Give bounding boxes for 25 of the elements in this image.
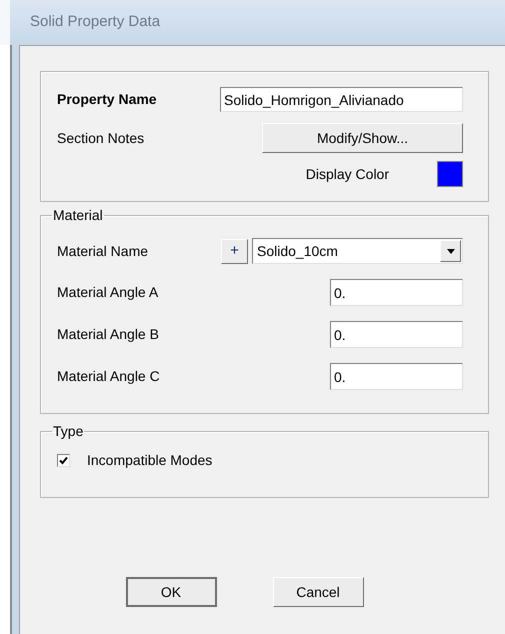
ok-button[interactable]: OK — [126, 577, 216, 607]
window-title: Solid Property Data — [30, 12, 160, 32]
group-title: Type — [52, 422, 84, 441]
display-color-label: Display Color — [306, 164, 389, 184]
group-title: Material — [52, 206, 104, 225]
property-name-label: Property Name — [57, 90, 158, 109]
cancel-button[interactable]: Cancel — [272, 577, 364, 607]
angle-label: Material Angle B — [57, 325, 160, 344]
color-swatch[interactable] — [437, 161, 463, 187]
property-name-field[interactable]: Solido_Homrigon_Alivianado — [220, 87, 463, 112]
checkbox[interactable] — [57, 454, 70, 466]
modify-show-button[interactable]: Modify/Show... — [262, 123, 463, 153]
section-notes-label: Section Notes — [57, 128, 144, 148]
angle-field[interactable]: 0. — [330, 363, 463, 390]
checkbox-label: Incompatible Modes — [87, 450, 212, 470]
angle-label: Material Angle A — [57, 283, 160, 302]
angle-label: Material Angle C — [57, 367, 161, 386]
dropdown-value: Solido_10cm — [256, 242, 339, 261]
dropdown-arrow-button[interactable] — [440, 240, 461, 262]
angle-field[interactable]: 0. — [330, 279, 463, 306]
caret-down-icon — [446, 248, 454, 254]
material-dropdown[interactable]: Solido_10cm — [252, 238, 463, 264]
material-name-label: Material Name — [57, 242, 150, 260]
add-button[interactable]: + — [221, 238, 248, 264]
angle-field[interactable]: 0. — [330, 321, 463, 348]
